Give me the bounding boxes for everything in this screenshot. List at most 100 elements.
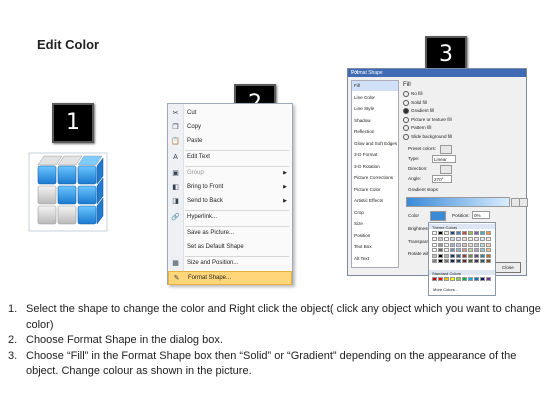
theme-shade-swatch[interactable] bbox=[432, 253, 437, 258]
theme-color-swatch[interactable] bbox=[474, 231, 479, 235]
menu-item-bring-to-front[interactable]: ◧ Bring to Front ▶ bbox=[168, 181, 292, 195]
more-colors-link[interactable]: More Colors... bbox=[433, 287, 458, 292]
theme-shade-swatch[interactable] bbox=[456, 259, 461, 263]
theme-shade-swatch[interactable] bbox=[432, 259, 437, 263]
fill-option-pattern-fill[interactable]: Pattern fill bbox=[403, 125, 431, 131]
menu-item-set-as-default-shape[interactable]: Set as Default Shape bbox=[168, 241, 292, 255]
direction-dropdown[interactable] bbox=[440, 165, 452, 174]
theme-shade-swatch[interactable] bbox=[486, 248, 491, 252]
nav-item-reflection[interactable]: Reflection bbox=[352, 127, 398, 137]
radio-button[interactable] bbox=[403, 99, 409, 106]
nav-item-line-style[interactable]: Line Style bbox=[352, 104, 398, 114]
menu-item-cut[interactable]: ✂ Cut bbox=[168, 107, 292, 121]
theme-shade-swatch[interactable] bbox=[486, 237, 491, 241]
fill-option-no-fill[interactable]: No fill bbox=[403, 91, 423, 97]
theme-color-swatch[interactable] bbox=[450, 231, 455, 235]
standard-color-swatch[interactable] bbox=[486, 277, 491, 281]
theme-shade-swatch[interactable] bbox=[480, 253, 485, 258]
theme-shade-swatch[interactable] bbox=[486, 253, 491, 258]
theme-shade-swatch[interactable] bbox=[468, 248, 473, 252]
theme-shade-swatch[interactable] bbox=[450, 248, 455, 252]
remove-stop-button[interactable] bbox=[519, 198, 528, 207]
theme-color-swatch[interactable] bbox=[432, 231, 437, 235]
theme-shade-swatch[interactable] bbox=[450, 242, 455, 247]
menu-item-hyperlink[interactable]: 🔗 Hyperlink... bbox=[168, 211, 292, 225]
standard-color-swatch[interactable] bbox=[474, 277, 479, 281]
menu-item-save-as-picture[interactable]: Save as Picture... bbox=[168, 227, 292, 241]
nav-item-glow-and-soft-edges[interactable]: Glow and Soft Edges bbox=[352, 139, 398, 149]
theme-shade-swatch[interactable] bbox=[480, 248, 485, 252]
standard-color-swatch[interactable] bbox=[438, 277, 443, 281]
radio-button[interactable] bbox=[403, 133, 409, 140]
nav-item-crop[interactable]: Crop bbox=[352, 208, 398, 218]
nav-item-line-color[interactable]: Line Color bbox=[352, 93, 398, 103]
theme-shade-swatch[interactable] bbox=[456, 237, 461, 241]
theme-shade-swatch[interactable] bbox=[444, 248, 449, 252]
theme-shade-swatch[interactable] bbox=[450, 259, 455, 263]
theme-shade-swatch[interactable] bbox=[480, 259, 485, 263]
theme-color-swatch[interactable] bbox=[456, 231, 461, 235]
menu-item-format-shape[interactable]: ✎ Format Shape... bbox=[168, 271, 292, 285]
menu-item-group[interactable]: ▣ Group ▶ bbox=[168, 167, 292, 181]
theme-shade-swatch[interactable] bbox=[432, 242, 437, 247]
theme-shade-swatch[interactable] bbox=[444, 259, 449, 263]
theme-color-swatch[interactable] bbox=[486, 231, 491, 235]
theme-shade-swatch[interactable] bbox=[474, 259, 479, 263]
theme-shade-swatch[interactable] bbox=[444, 242, 449, 247]
nav-item-fill[interactable]: Fill bbox=[352, 81, 398, 91]
theme-shade-swatch[interactable] bbox=[474, 248, 479, 252]
theme-shade-swatch[interactable] bbox=[438, 237, 443, 241]
gradient-stops-bar[interactable] bbox=[406, 197, 510, 207]
theme-color-swatch[interactable] bbox=[462, 231, 467, 235]
standard-color-swatch[interactable] bbox=[480, 277, 485, 281]
dialog-help-close-buttons[interactable]: ? X bbox=[351, 70, 524, 76]
theme-shade-swatch[interactable] bbox=[486, 259, 491, 263]
color-picker-button[interactable] bbox=[430, 211, 446, 221]
theme-shade-swatch[interactable] bbox=[486, 242, 491, 247]
nav-item-3-d-format[interactable]: 3-D Format bbox=[352, 150, 398, 160]
theme-color-swatch[interactable] bbox=[480, 231, 485, 235]
standard-color-swatch[interactable] bbox=[432, 277, 437, 281]
theme-shade-swatch[interactable] bbox=[432, 248, 437, 252]
nav-item-picture-color[interactable]: Picture Color bbox=[352, 185, 398, 195]
theme-color-swatch[interactable] bbox=[444, 231, 449, 235]
menu-item-send-to-back[interactable]: ◨ Send to Back ▶ bbox=[168, 195, 292, 209]
theme-shade-swatch[interactable] bbox=[468, 253, 473, 258]
theme-shade-swatch[interactable] bbox=[462, 237, 467, 241]
nav-item-size[interactable]: Size bbox=[352, 219, 398, 229]
preset-colors-dropdown[interactable] bbox=[440, 145, 452, 154]
theme-shade-swatch[interactable] bbox=[474, 253, 479, 258]
position-input[interactable]: 0% bbox=[472, 211, 490, 219]
menu-item-paste[interactable]: 📋 Paste bbox=[168, 135, 292, 149]
standard-color-swatch[interactable] bbox=[456, 277, 461, 281]
nav-item-artistic-effects[interactable]: Artistic Effects bbox=[352, 196, 398, 206]
theme-color-swatch[interactable] bbox=[438, 231, 443, 235]
theme-shade-swatch[interactable] bbox=[462, 253, 467, 258]
theme-shade-swatch[interactable] bbox=[480, 242, 485, 247]
standard-color-swatch[interactable] bbox=[462, 277, 467, 281]
theme-shade-swatch[interactable] bbox=[462, 248, 467, 252]
fill-option-picture-or-texture-fill[interactable]: Picture or texture fill bbox=[403, 116, 452, 123]
fill-option-gradient-fill[interactable]: Gradient fill bbox=[403, 108, 434, 114]
standard-color-swatch[interactable] bbox=[450, 277, 455, 281]
fill-option-solid-fill[interactable]: Solid fill bbox=[403, 99, 427, 106]
theme-shade-swatch[interactable] bbox=[474, 242, 479, 247]
menu-item-size-and-position[interactable]: ▦ Size and Position... bbox=[168, 257, 292, 271]
theme-shade-swatch[interactable] bbox=[450, 253, 455, 258]
theme-shade-swatch[interactable] bbox=[468, 259, 473, 263]
menu-item-edit-text[interactable]: A Edit Text bbox=[168, 151, 292, 165]
nav-item-shadow[interactable]: Shadow bbox=[352, 116, 398, 126]
nav-item-alt-text[interactable]: Alt Text bbox=[352, 254, 398, 264]
radio-button[interactable] bbox=[403, 125, 409, 131]
theme-shade-swatch[interactable] bbox=[468, 242, 473, 247]
theme-shade-swatch[interactable] bbox=[456, 242, 461, 247]
theme-shade-swatch[interactable] bbox=[450, 237, 455, 241]
radio-button[interactable] bbox=[403, 108, 409, 114]
theme-shade-swatch[interactable] bbox=[438, 259, 443, 263]
nav-item-picture-corrections[interactable]: Picture Corrections bbox=[352, 173, 398, 183]
theme-shade-swatch[interactable] bbox=[474, 237, 479, 241]
theme-shade-swatch[interactable] bbox=[444, 253, 449, 258]
angle-input[interactable]: 270° bbox=[432, 175, 452, 183]
theme-shade-swatch[interactable] bbox=[462, 259, 467, 263]
fill-option-slide-background-fill[interactable]: Slide background fill bbox=[403, 133, 452, 140]
